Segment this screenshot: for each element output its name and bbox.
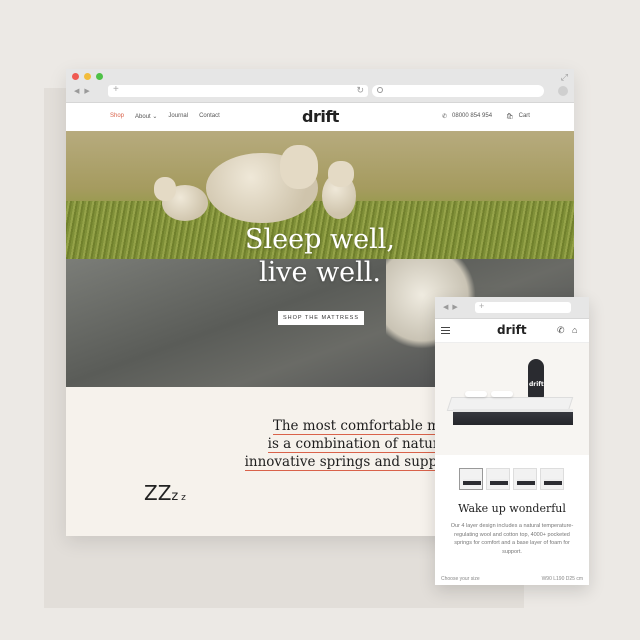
- search-icon: [377, 87, 383, 93]
- thumbnail-2[interactable]: [486, 468, 510, 490]
- reload-icon[interactable]: ↻: [356, 85, 364, 96]
- product-description: Our 4 layer design includes a natural te…: [450, 523, 574, 555]
- back-forward-icons[interactable]: ◀▶: [74, 87, 95, 95]
- maximize-dot[interactable]: [96, 73, 103, 80]
- shop-mattress-button[interactable]: SHOP THE MATTRESS: [278, 311, 364, 325]
- close-dot[interactable]: [72, 73, 79, 80]
- nav-shop[interactable]: Shop: [110, 113, 124, 120]
- roll-label: drift: [529, 381, 544, 388]
- mobile-back-forward-icons[interactable]: ◀▶: [443, 303, 462, 311]
- expand-icon[interactable]: ⤢: [561, 72, 568, 83]
- cart-icon: 🛍: [506, 114, 514, 120]
- nav-about[interactable]: About ⌄: [135, 113, 157, 120]
- thumbnail-1[interactable]: [459, 468, 483, 490]
- sleep-illustration: ZZz z: [144, 481, 186, 505]
- product-thumbnails: [459, 468, 564, 490]
- mattress-image: [446, 397, 574, 427]
- mobile-browser-window: ◀▶ + drift ✆ ⌂ drift Wake up wonderful O…: [435, 297, 589, 585]
- thumbnail-3[interactable]: [513, 468, 537, 490]
- size-value: W90 L190 D25 cm: [541, 576, 583, 582]
- browser-toolbar: ⤢ ◀▶ + ↻: [66, 69, 574, 103]
- size-selector[interactable]: Choose your size W90 L190 D25 cm: [441, 576, 583, 582]
- mobile-header: drift ✆ ⌂: [435, 319, 589, 343]
- sheep-head: [280, 145, 318, 189]
- phone-icon[interactable]: ✆: [557, 325, 565, 336]
- pillow-right: [491, 391, 513, 397]
- nav-contact[interactable]: Contact: [199, 113, 220, 120]
- size-label: Choose your size: [441, 576, 480, 582]
- extension-icon[interactable]: [558, 86, 568, 96]
- lamb-head-right: [328, 161, 354, 187]
- hero-title-line1: Sleep well,: [245, 224, 395, 255]
- main-nav: Shop About ⌄ Journal Contact: [110, 113, 220, 120]
- mobile-browser-toolbar: ◀▶ +: [435, 297, 589, 319]
- thumbnail-4[interactable]: [540, 468, 564, 490]
- phone-number: 08000 854 954: [452, 113, 493, 119]
- mobile-address-bar[interactable]: +: [475, 301, 571, 313]
- plus-icon: +: [479, 301, 485, 311]
- phone-link[interactable]: ✆ 08000 854 954: [442, 113, 492, 120]
- mobile-logo[interactable]: drift: [497, 323, 527, 337]
- address-bar[interactable]: + ↻: [108, 84, 368, 97]
- plus-icon: +: [113, 84, 119, 95]
- site-logo[interactable]: drift: [302, 107, 339, 126]
- product-image: drift: [435, 343, 589, 455]
- cart-icon[interactable]: ⌂: [572, 325, 577, 335]
- cart-link[interactable]: 🛍 Cart: [506, 113, 530, 120]
- nav-journal[interactable]: Journal: [168, 113, 188, 120]
- hero-title-line2: live well.: [258, 257, 382, 288]
- product-title: Wake up wonderful: [458, 502, 566, 515]
- menu-icon[interactable]: [441, 327, 450, 334]
- cart-label: Cart: [518, 113, 530, 119]
- phone-icon: ✆: [442, 114, 448, 120]
- pillow-left: [465, 391, 487, 397]
- site-header: Shop About ⌄ Journal Contact drift ✆ 080…: [66, 103, 574, 131]
- lamb-head-left: [154, 177, 176, 201]
- hero-title: Sleep well, live well.: [66, 223, 574, 289]
- window-controls: [72, 73, 103, 80]
- rolled-mattress-image: drift: [528, 359, 544, 399]
- minimize-dot[interactable]: [84, 73, 91, 80]
- search-bar[interactable]: [372, 85, 544, 97]
